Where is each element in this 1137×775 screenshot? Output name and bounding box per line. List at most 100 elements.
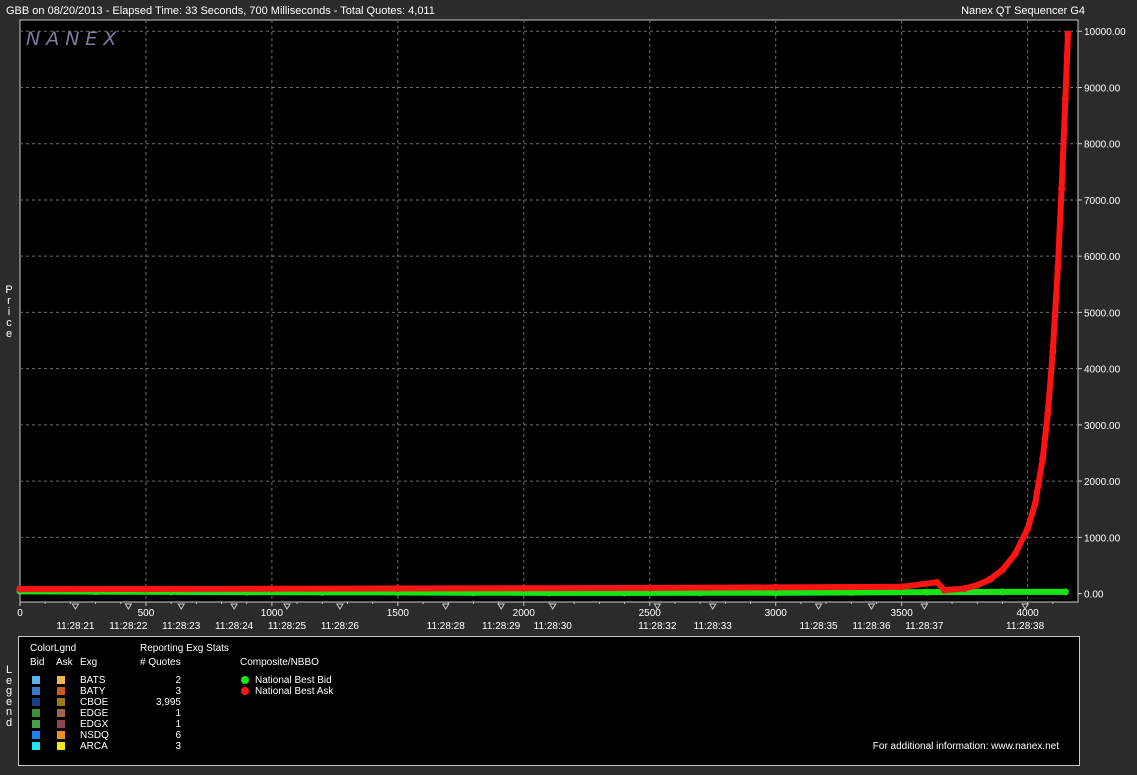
- x-tick-label: 2500: [639, 608, 662, 619]
- time-marker: [867, 603, 876, 610]
- legend-composite-header: Composite/NBBO: [240, 657, 319, 668]
- plot-area: [19, 19, 1079, 603]
- y-tick-label: 1000.00: [1084, 533, 1121, 544]
- x-tick-label: 4000: [1016, 608, 1039, 619]
- legend-bid-header: Bid: [30, 657, 45, 668]
- ask-point: [1054, 263, 1062, 271]
- ask-legend-marker: [241, 687, 249, 695]
- time-marker: [708, 603, 717, 610]
- ask-point: [268, 585, 276, 593]
- exchange-quote-count: 3,995: [155, 697, 181, 708]
- ask-point: [973, 581, 981, 589]
- bid-color-swatch: [32, 742, 40, 750]
- y-tick-label: 0.00: [1084, 590, 1104, 601]
- ask-color-swatch: [57, 709, 65, 717]
- price-chart: NANEX 0.00 1000.00 2000.00 3000.00 4000.00 50…: [16, 19, 1126, 632]
- ask-point: [898, 583, 906, 591]
- ask-point: [1061, 95, 1069, 103]
- y-tick-label: 7000.00: [1084, 196, 1121, 207]
- time-marker: [177, 603, 186, 610]
- exchange-name: ARCA: [80, 741, 108, 752]
- time-label: 11:28:38: [1006, 621, 1045, 632]
- x-axis: 0 500 1000 1500 2000 2500 3000 3500 4000: [17, 602, 1054, 619]
- ask-point: [520, 584, 528, 592]
- x-tick-label: 1500: [387, 608, 410, 619]
- ask-color-swatch: [57, 687, 65, 695]
- exchange-name: BATS: [80, 675, 106, 686]
- time-label: 11:28:37: [905, 621, 944, 632]
- legend-reporting-header: Reporting Exg Stats: [140, 643, 229, 654]
- ask-color-swatch: [57, 720, 65, 728]
- time-label: 11:28:25: [268, 621, 307, 632]
- bid-color-swatch: [32, 687, 40, 695]
- exchange-name: EDGX: [80, 719, 109, 730]
- y-tick-label: 4000.00: [1084, 365, 1121, 376]
- ask-color-swatch: [57, 698, 65, 706]
- exchange-quote-count: 6: [175, 730, 181, 741]
- ask-point: [16, 585, 24, 593]
- y-tick-label: 5000.00: [1084, 308, 1121, 319]
- exchange-quote-count: 2: [175, 675, 181, 686]
- exchange-quote-count: 1: [175, 708, 181, 719]
- y-axis: 0.00 1000.00 2000.00 3000.00 4000.00 5000.00 6…: [1078, 27, 1126, 601]
- time-marker: [920, 603, 929, 610]
- ask-point: [646, 584, 654, 592]
- y-tick-label: 10000.00: [1084, 27, 1126, 38]
- bid-color-swatch: [32, 731, 40, 739]
- bid-color-swatch: [32, 709, 40, 717]
- time-marker: [548, 603, 557, 610]
- time-label: 11:28:29: [482, 621, 521, 632]
- time-marker: [71, 603, 80, 610]
- exchange-quote-count: 1: [175, 719, 181, 730]
- legend-side-title: Legend: [5, 664, 13, 729]
- time-label: 11:28:23: [162, 621, 201, 632]
- ask-legend-label: National Best Ask: [255, 686, 334, 697]
- x-tick-label: 500: [138, 608, 155, 619]
- ask-point: [394, 585, 402, 593]
- y-axis-title: Price: [5, 284, 13, 340]
- bid-color-swatch: [32, 720, 40, 728]
- ask-point: [986, 576, 994, 584]
- ask-color-swatch: [57, 742, 65, 750]
- ask-point: [998, 566, 1006, 574]
- nanex-watermark: NANEX: [26, 28, 122, 50]
- time-marker: [497, 603, 506, 610]
- exchange-name: EDGE: [80, 708, 109, 719]
- ask-point: [933, 578, 941, 586]
- bid-color-swatch: [32, 698, 40, 706]
- time-label: 11:28:35: [799, 621, 838, 632]
- y-tick-label: 8000.00: [1084, 140, 1121, 151]
- legend-quotes-header: # Quotes: [140, 657, 181, 668]
- x-tick-label: 1000: [261, 608, 284, 619]
- time-label: 11:28:33: [694, 621, 733, 632]
- x-tick-label: 0: [17, 608, 23, 619]
- time-label: 11:28:36: [852, 621, 891, 632]
- y-tick-label: 9000.00: [1084, 83, 1121, 94]
- legend-colorlgnd-header: ColorLgnd: [30, 643, 77, 654]
- ask-point: [1031, 500, 1039, 508]
- ask-point: [1044, 410, 1052, 418]
- bid-point: [998, 588, 1006, 596]
- time-marker: [441, 603, 450, 610]
- bid-legend-marker: [241, 676, 249, 684]
- time-label: 11:28:24: [215, 621, 254, 632]
- ask-point: [772, 583, 780, 591]
- bid-point: [923, 588, 931, 596]
- exchange-quote-count: 3: [175, 741, 181, 752]
- bid-legend-label: National Best Bid: [255, 675, 332, 686]
- y-tick-label: 3000.00: [1084, 421, 1121, 432]
- x-tick-label: 2000: [513, 608, 536, 619]
- ask-point: [1011, 550, 1019, 558]
- ask-point: [1049, 348, 1057, 356]
- time-marker: [336, 603, 344, 610]
- ask-point: [1024, 525, 1032, 533]
- legend-panel: ColorLgnd Bid Ask Exg Reporting Exg Stat…: [18, 636, 1080, 766]
- y-tick-label: 6000.00: [1084, 252, 1121, 263]
- exchange-name: NSDQ: [80, 730, 109, 741]
- time-marker: [283, 603, 291, 610]
- time-label: 11:28:22: [109, 621, 148, 632]
- x-tick-label: 3000: [765, 608, 788, 619]
- legend-ask-header: Ask: [56, 657, 73, 668]
- ask-point: [142, 585, 150, 593]
- exchange-quote-count: 3: [175, 686, 181, 697]
